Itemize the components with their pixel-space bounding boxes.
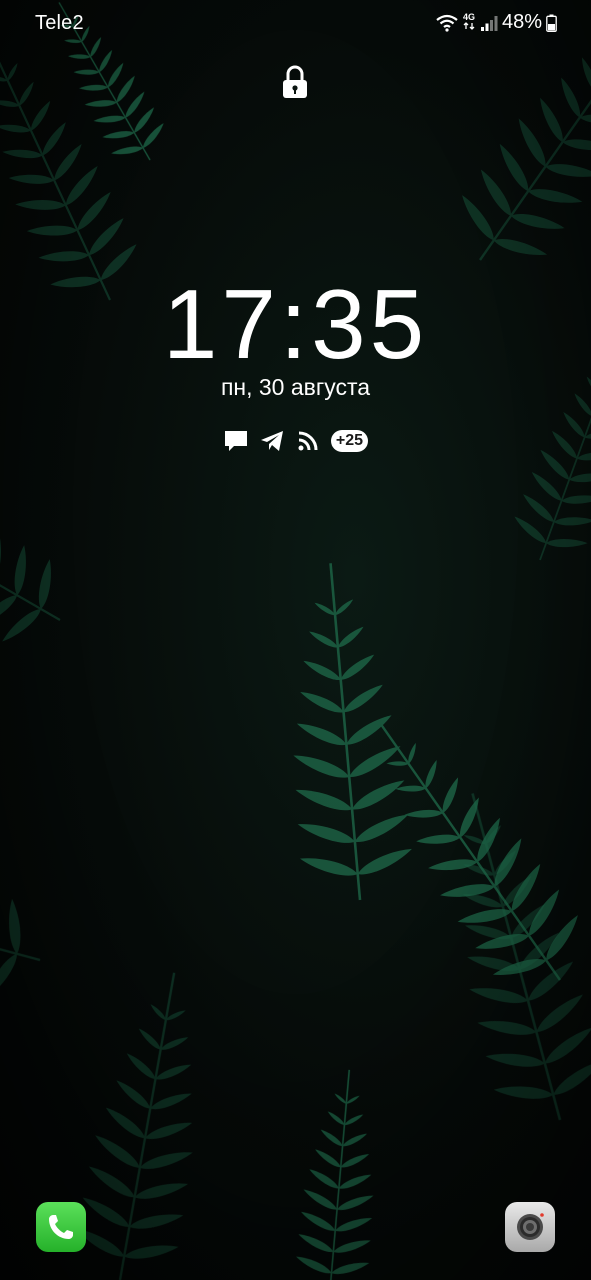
status-bar: Tele2 4G 48% [0,0,591,48]
lock-screen: Tele2 4G 48% 17:35 пн, 30 августа +25 [0,0,591,1280]
telegram-icon [260,431,283,451]
message-icon [224,431,247,451]
camera-shortcut[interactable] [505,1202,555,1252]
battery-percent: 48% [501,11,542,33]
lockscreen-date: пн, 30 августа [220,374,371,400]
more-notifications-badge: +25 [330,430,369,452]
fern-wallpaper [0,0,591,1280]
rss-feed-icon [298,431,318,451]
status-icons: 4G 48% [436,11,557,34]
lockscreen-clock: 17:35 [162,269,429,379]
notification-icons[interactable]: +25 [0,428,591,454]
battery-icon [546,14,557,32]
padlock-icon[interactable] [280,64,310,100]
phone-shortcut[interactable] [36,1202,86,1252]
carrier-name: Tele2 [35,12,84,34]
phone-icon [49,1215,73,1239]
4g-data-icon: 4G [462,13,476,32]
camera-icon [517,1213,544,1240]
signal-icon [480,15,498,31]
wifi-icon [436,14,458,32]
